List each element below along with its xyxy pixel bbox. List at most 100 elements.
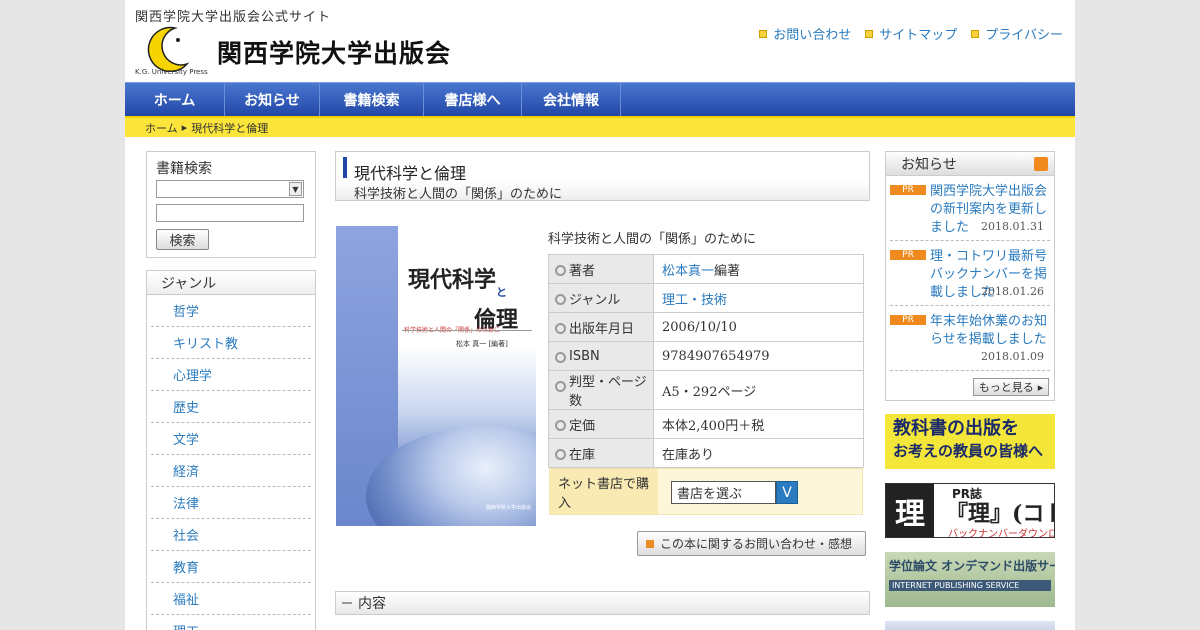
chevron-right-icon: ▸ [1037, 380, 1044, 394]
genre-item[interactable]: 福祉 [151, 583, 311, 615]
header-link-contact[interactable]: お問い合わせ [759, 24, 851, 43]
detail-value: 松本真一編著 [653, 254, 864, 284]
detail-value: 理工・技術 [653, 283, 864, 313]
site-tagline: 関西学院大学出版会公式サイト [135, 10, 332, 25]
detail-value: 9784907654979 [653, 341, 864, 371]
author-link[interactable]: 松本真一 [662, 264, 714, 279]
logo-press: K.G. University Press [135, 68, 208, 76]
breadcrumb-separator-icon: ▸ [181, 121, 188, 134]
news-item: PR 関西学院大学出版会の新刊案内を更新しました 2018.01.31 [890, 176, 1050, 241]
news-header: お知らせ [886, 152, 1054, 176]
chevron-down-icon: ▼ [289, 182, 302, 196]
pr-badge: PR [890, 185, 926, 195]
nav-home[interactable]: ホーム [125, 83, 225, 117]
rss-icon[interactable] [1034, 157, 1048, 171]
buy-online-box: ネット書店で購入 書店を選ぶ V [549, 468, 863, 515]
genre-item[interactable]: キリスト教 [151, 327, 311, 359]
genre-title: ジャンル [147, 271, 315, 295]
detail-key: 在庫 [548, 438, 654, 468]
content-heading: 内容 [335, 591, 870, 615]
detail-key: 定価 [548, 409, 654, 439]
genre-item[interactable]: 理工 [151, 615, 311, 630]
book-cover-image: 現代科学 と 倫理 科学技術と人間の「関係」のために 松本 真一 [編著] 関西… [336, 226, 536, 526]
bullet-icon [759, 29, 768, 38]
bookstore-select[interactable]: 書店を選ぶ [671, 481, 776, 504]
header-link-sitemap[interactable]: サイトマップ [865, 24, 957, 43]
nav-news[interactable]: お知らせ [225, 83, 320, 117]
breadcrumb-current: 現代科学と倫理 [191, 121, 269, 135]
book-details-table: 著者 松本真一編著 ジャンル 理工・技術 出版年月日 2006/10/10 IS… [548, 254, 864, 468]
bullet-icon [865, 29, 874, 38]
kotowari-download: バックナンバーダウンロード [948, 529, 1054, 538]
book-header: 現代科学と倫理 科学技術と人間の「関係」のために [335, 151, 870, 202]
header-link-privacy[interactable]: プライバシー [971, 24, 1063, 43]
genre-item[interactable]: 経済 [151, 455, 311, 487]
main-nav: ホーム お知らせ 書籍検索 書店様へ 会社情報 [125, 82, 1075, 117]
cover-title-line1: 現代科学 [408, 267, 497, 293]
breadcrumb-home[interactable]: ホーム [145, 120, 178, 136]
news-panel: お知らせ PR 関西学院大学出版会の新刊案内を更新しました 2018.01.31… [885, 151, 1055, 401]
textbook-banner-line2: お考えの教員の皆様へ [893, 442, 1044, 460]
genre-item[interactable]: 歴史 [151, 391, 311, 423]
bullet-icon [646, 539, 654, 548]
breadcrumb: ホーム ▸ 現代科学と倫理 [125, 116, 1075, 137]
kotowari-banner[interactable]: 理 PR誌 『理』(コトワリ) バックナンバーダウンロード [885, 483, 1055, 538]
inquiry-button[interactable]: この本に関するお問い合わせ・感想 [637, 531, 866, 556]
genre-link[interactable]: 理工・技術 [662, 293, 727, 308]
genre-item[interactable]: 文学 [151, 423, 311, 455]
table-row: 著者 松本真一編著 [548, 254, 864, 284]
book-subtitle-heading: 科学技術と人間の「関係」のために [354, 187, 563, 202]
table-row: ISBN 9784907654979 [548, 341, 864, 371]
genre-select[interactable]: ▼ [156, 180, 304, 198]
thesis-banner-line1: 学位論文 オンデマンド出版サービス [889, 559, 1055, 573]
genre-item[interactable]: 哲学 [151, 295, 311, 327]
author-role: 編著 [714, 263, 741, 279]
table-row: 定価 本体2,400円＋税 [548, 409, 864, 439]
thesis-banner-line2: INTERNET PUBLISHING SERVICE [889, 580, 1051, 591]
nav-company[interactable]: 会社情報 [522, 83, 621, 117]
detail-key: 判型・ページ数 [548, 370, 654, 410]
table-row: 在庫 在庫あり [548, 438, 864, 468]
genre-item[interactable]: 社会 [151, 519, 311, 551]
inquiry-button-label: この本に関するお問い合わせ・感想 [660, 537, 853, 551]
pr-badge: PR [890, 250, 926, 260]
detail-key: 著者 [548, 254, 654, 284]
detail-value: 2006/10/10 [653, 312, 864, 342]
search-panel: 書籍検索 ▼ 検索 [146, 151, 316, 258]
next-banner[interactable] [885, 621, 1055, 630]
textbook-banner[interactable]: 教科書の出版を お考えの教員の皆様へ [885, 414, 1055, 469]
chevron-down-icon[interactable]: V [776, 481, 798, 504]
site-logo[interactable]: 関西学院大学出版会 K.G. University Press [135, 26, 455, 80]
cover-author: 松本 真一 [編著] [456, 340, 508, 348]
cover-title-to: と [496, 286, 507, 299]
detail-key: 出版年月日 [548, 312, 654, 342]
cover-divider [402, 330, 532, 331]
news-date: 2018.01.31 [981, 220, 1044, 233]
moon-logo-icon [147, 26, 190, 73]
more-news-button[interactable]: もっと見る ▸ [973, 378, 1049, 396]
kotowari-title: 『理』(コトワリ) [946, 501, 1054, 527]
news-link[interactable]: 年末年始休業のお知らせを掲載しました [930, 313, 1048, 349]
news-title: お知らせ [901, 156, 957, 173]
more-label: もっと見る [978, 381, 1034, 394]
news-item: PR 年末年始休業のお知らせを掲載しました 2018.01.09 [890, 306, 1050, 371]
bullet-icon [971, 29, 980, 38]
news-date: 2018.01.26 [981, 285, 1044, 298]
news-date: 2018.01.09 [981, 350, 1044, 363]
page: 関西学院大学出版会公式サイト 関西学院大学出版会 K.G. University… [125, 0, 1075, 630]
genre-item[interactable]: 法律 [151, 487, 311, 519]
thesis-banner[interactable]: 学位論文 オンデマンド出版サービス INTERNET PUBLISHING SE… [885, 552, 1055, 607]
detail-value: 本体2,400円＋税 [653, 409, 864, 439]
nav-bookstores[interactable]: 書店様へ [424, 83, 522, 117]
genre-item[interactable]: 心理学 [151, 359, 311, 391]
nav-book-search[interactable]: 書籍検索 [320, 83, 424, 117]
header-links: お問い合わせ サイトマップ プライバシー [759, 24, 1063, 43]
search-button[interactable]: 検索 [156, 229, 209, 250]
heading-accent [343, 157, 347, 178]
keyword-input[interactable] [156, 204, 304, 222]
book-title: 現代科学と倫理 [354, 164, 467, 183]
table-row: 出版年月日 2006/10/10 [548, 312, 864, 342]
detail-value: A5・292ページ [653, 370, 864, 410]
pr-badge: PR [890, 315, 926, 325]
genre-item[interactable]: 教育 [151, 551, 311, 583]
